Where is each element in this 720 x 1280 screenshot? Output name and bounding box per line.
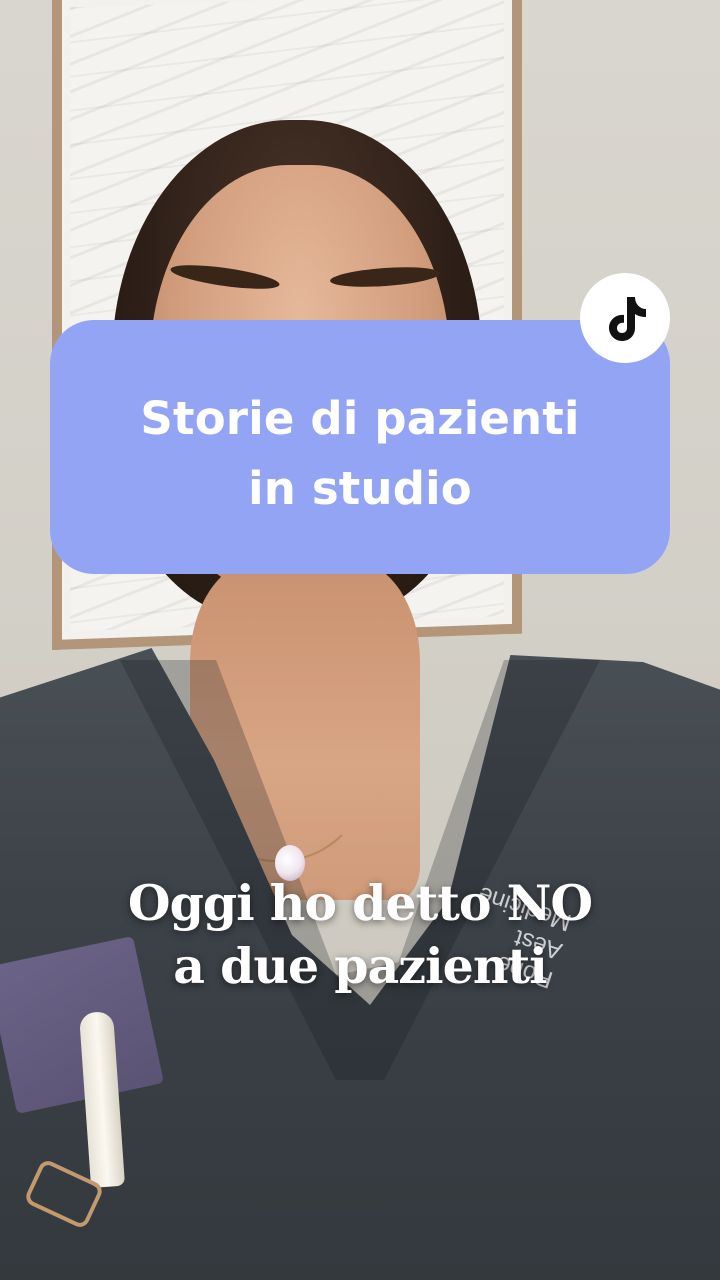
title-line-1: Storie di pazienti xyxy=(140,392,580,445)
tiktok-icon xyxy=(580,273,670,363)
video-frame: Robe Aest Medicine xyxy=(0,0,720,1280)
caption-line-2: a due pazienti xyxy=(173,937,547,995)
tiktok-note-glyph xyxy=(609,297,646,341)
video-caption: Oggi ho detto NO a due pazienti xyxy=(0,872,720,998)
caption-line-1: Oggi ho detto NO xyxy=(127,874,593,932)
title-line-2: in studio xyxy=(248,462,472,515)
title-badge-text: Storie di pazienti in studio xyxy=(50,384,670,524)
